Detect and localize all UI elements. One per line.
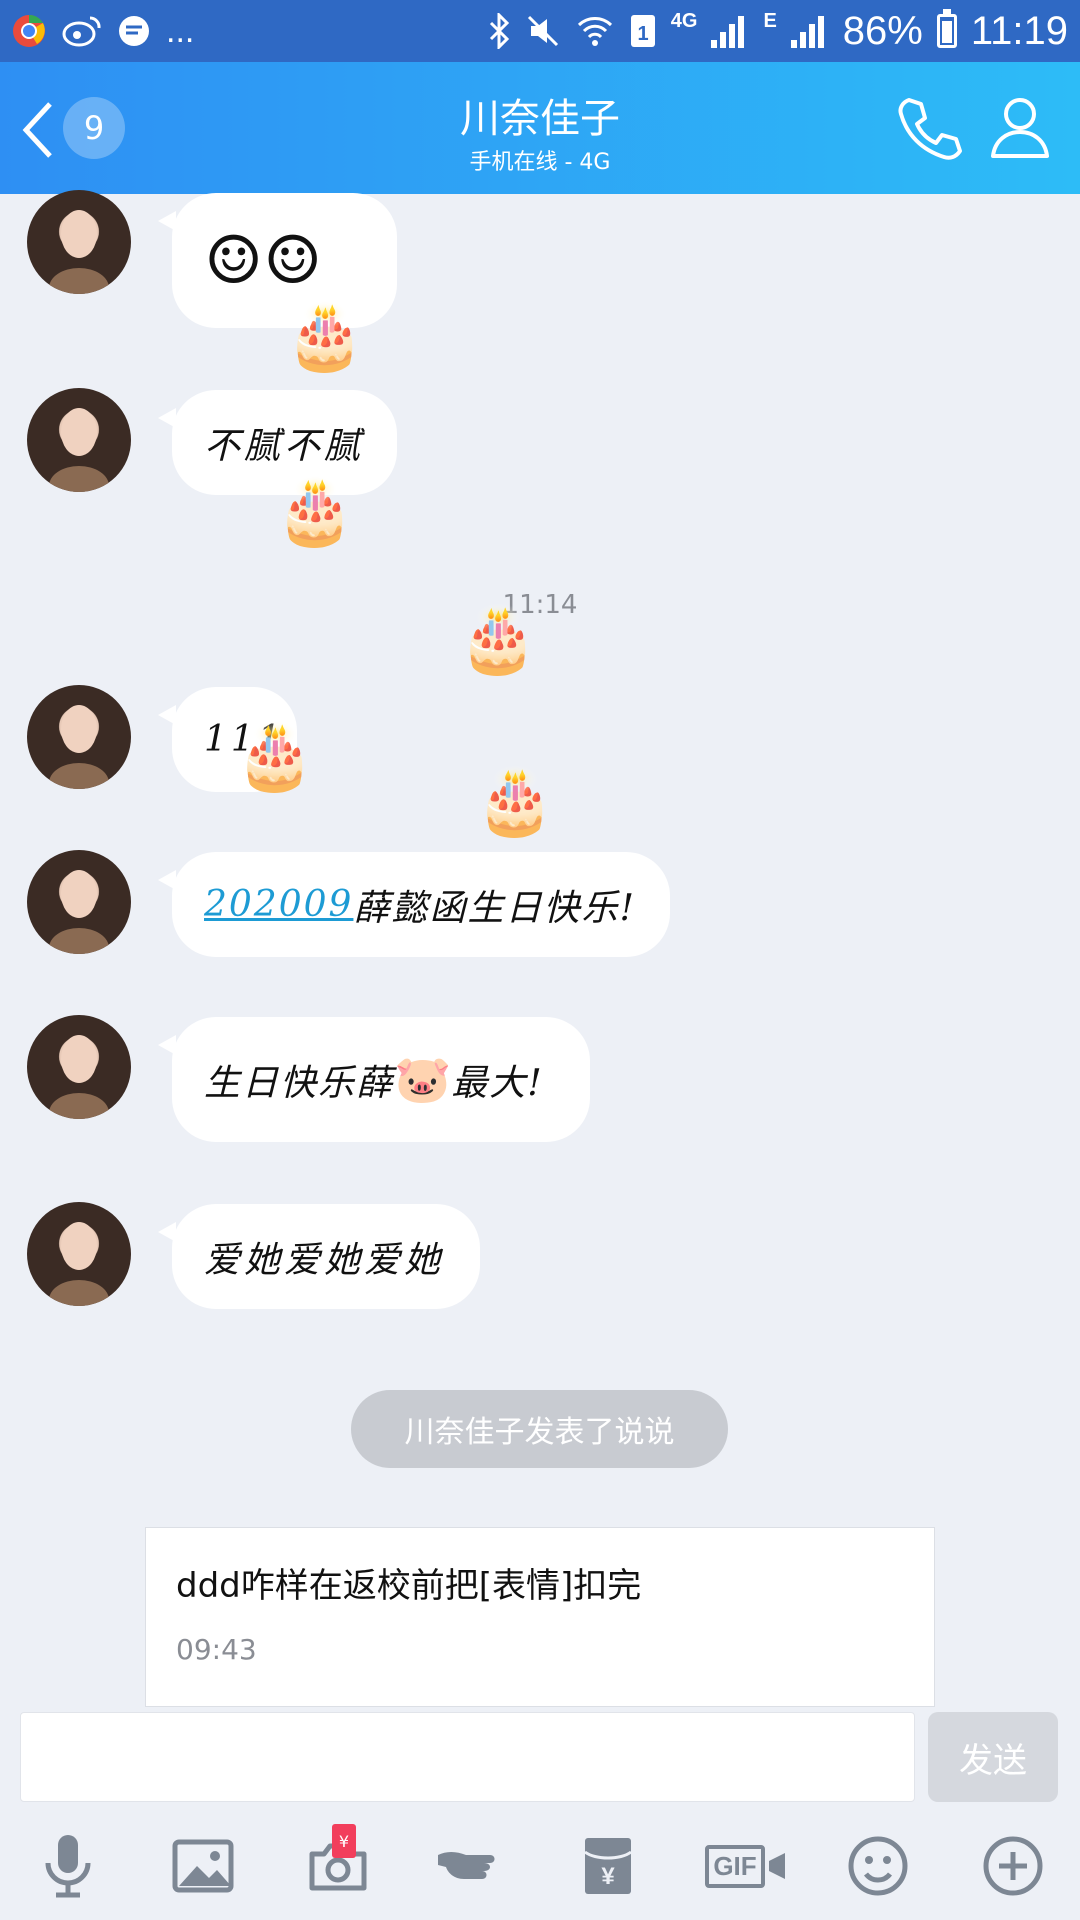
- message-text: 薛懿函生日快乐!: [353, 887, 636, 929]
- svg-text:1: 1: [637, 23, 648, 45]
- signal-icon: [711, 14, 749, 48]
- network-4g-label: 4G: [670, 9, 698, 32]
- photo-button[interactable]: [163, 1826, 243, 1906]
- cake-icon: 🎂: [275, 475, 355, 549]
- plus-icon: [983, 1836, 1043, 1896]
- cake-icon: 🎂: [458, 603, 538, 677]
- post-text: ddd咋样在返校前把[表情]扣完: [176, 1566, 642, 1606]
- send-button[interactable]: 发送: [928, 1712, 1058, 1802]
- time-divider: 11:14: [502, 590, 578, 620]
- red-envelope-icon: ¥: [584, 1838, 632, 1894]
- message-input[interactable]: [20, 1712, 915, 1802]
- cake-icon: 🎂: [235, 720, 315, 794]
- signal-icon-2: [790, 14, 829, 48]
- contact-avatar[interactable]: [27, 388, 131, 492]
- gif-button[interactable]: GIF: [703, 1826, 789, 1906]
- profile-button[interactable]: [985, 92, 1055, 162]
- camera-button[interactable]: ¥: [298, 1824, 378, 1906]
- message-bubble[interactable]: 生日快乐薛 🐷 最大!: [158, 1017, 590, 1142]
- more-button[interactable]: [973, 1826, 1053, 1906]
- cake-icon: 🎂: [285, 300, 365, 374]
- clock: 11:19: [970, 8, 1068, 53]
- emoji-button[interactable]: [838, 1826, 918, 1906]
- status-bar: ... 1 4G E 86% 11:19: [0, 0, 1080, 62]
- bluetooth-icon: [487, 13, 511, 49]
- chat-app-icon: [116, 13, 152, 49]
- red-envelope-button[interactable]: ¥: [568, 1826, 648, 1906]
- input-toolbar: ¥ ¥ GIF: [0, 1816, 1080, 1920]
- network-e-label: E: [763, 9, 777, 32]
- microphone-icon: [45, 1835, 91, 1898]
- message-text: 爱她爱她爱她: [204, 1239, 445, 1281]
- poke-icon: [438, 1852, 495, 1879]
- message-text: 生日快乐薛: [204, 1062, 395, 1104]
- chat-header: 9 川奈佳子 手机在线 - 4G: [0, 62, 1080, 194]
- emoji-icon: [848, 1836, 908, 1896]
- contact-avatar[interactable]: [27, 1202, 131, 1306]
- contact-avatar[interactable]: [27, 190, 131, 294]
- message-bubble[interactable]: 爱她爱她爱她: [158, 1204, 480, 1309]
- post-card[interactable]: ddd咋样在返校前把[表情]扣完 09:43: [145, 1527, 935, 1707]
- contact-avatar[interactable]: [27, 1015, 131, 1119]
- svg-text:¥: ¥: [601, 1863, 615, 1890]
- image-icon: [172, 1839, 234, 1893]
- red-packet-badge: ¥: [332, 1824, 356, 1858]
- browser-icon: [10, 12, 48, 50]
- poke-button[interactable]: [433, 1826, 513, 1906]
- gif-label: GIF: [705, 1844, 765, 1888]
- weibo-icon: [62, 14, 102, 48]
- person-icon: [991, 98, 1049, 158]
- phone-icon: [898, 98, 962, 160]
- blushing-emoji: ☺☺: [204, 222, 323, 299]
- message-bubble[interactable]: 202009 薛懿函生日快乐!: [158, 852, 670, 957]
- message-text-after: 最大!: [451, 1062, 544, 1104]
- battery-icon: [936, 9, 957, 48]
- call-button[interactable]: [895, 92, 965, 162]
- gif-icon: GIF: [705, 1844, 786, 1888]
- pig-emoji: 🐷: [394, 1052, 452, 1106]
- system-notice[interactable]: 川奈佳子发表了说说: [351, 1390, 728, 1468]
- contact-avatar[interactable]: [27, 850, 131, 954]
- mute-icon: [525, 13, 561, 49]
- voice-button[interactable]: [28, 1826, 108, 1906]
- message-text: 不腻不腻: [204, 425, 365, 467]
- cake-icon: 🎂: [475, 765, 555, 839]
- battery-percent: 86%: [842, 8, 923, 53]
- sim-icon: 1: [629, 13, 657, 49]
- wifi-icon: [575, 13, 615, 49]
- message-link[interactable]: 202009: [204, 884, 353, 925]
- post-time: 09:43: [176, 1633, 257, 1666]
- contact-avatar[interactable]: [27, 685, 131, 789]
- more-notifications: ...: [166, 11, 195, 50]
